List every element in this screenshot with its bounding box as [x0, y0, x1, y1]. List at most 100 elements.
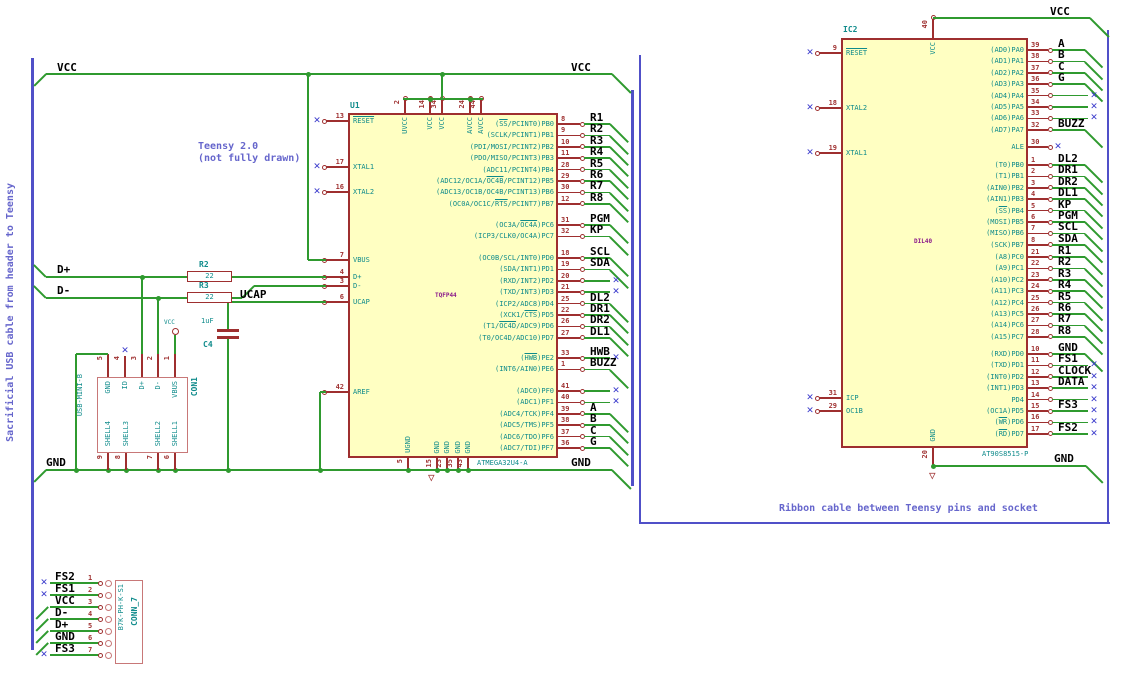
junction-dot — [405, 467, 411, 473]
pin-stub — [558, 368, 580, 371]
pin-stub — [1028, 410, 1048, 412]
pin-stub — [558, 224, 580, 226]
pin-number: 3 — [88, 598, 93, 606]
wire-bend — [1084, 279, 1104, 299]
pin-stub — [1028, 72, 1048, 74]
wire-segment — [584, 435, 610, 438]
ic2-reference: IC2 — [843, 25, 858, 34]
no-connect-icon: ✕ — [1090, 417, 1098, 428]
net-label: FS2 — [1058, 420, 1078, 434]
wire-segment — [46, 73, 612, 75]
no-connect-icon: ✕ — [1054, 142, 1062, 152]
no-connect-icon: ✕ — [1090, 383, 1098, 394]
junction-dot — [427, 96, 433, 102]
pin-name: (AD3)PA3 — [990, 80, 1024, 89]
pin-name: D- — [353, 282, 362, 290]
pin-end-circle — [814, 105, 820, 111]
pin-stub — [558, 235, 580, 238]
pin-number: 35 — [446, 459, 454, 468]
no-connect-icon: ✕ — [40, 650, 48, 660]
pin-name: GND — [464, 440, 472, 454]
pin-stub — [1028, 198, 1048, 200]
pin-end-circle — [814, 150, 820, 156]
pin-stub — [558, 413, 580, 415]
net-label: G — [590, 435, 597, 448]
no-connect-icon: ✕ — [806, 393, 814, 403]
pin-name: (PDO/MISO/PCINT3)PB3 — [469, 154, 554, 163]
pin-name: UGND — [404, 436, 412, 454]
pin-number: 1 — [88, 574, 93, 582]
no-connect-icon: ✕ — [806, 148, 814, 158]
pin-number: 2 — [146, 356, 154, 361]
wire-segment — [76, 353, 108, 355]
wire-segment — [584, 280, 610, 282]
pin-stub — [1028, 83, 1048, 85]
schematic-canvas: Teensy 2.0 (not fully drawn) Ribbon cabl… — [0, 0, 1131, 690]
wire-bend — [33, 264, 47, 278]
pin-stub — [174, 354, 176, 377]
pin-stub — [1028, 267, 1048, 270]
pin-end-circle — [97, 652, 103, 658]
pin-stub — [1028, 244, 1048, 246]
pin-name: VBUS — [353, 256, 370, 264]
no-connect-icon: ✕ — [1090, 428, 1098, 439]
net-label: SDA — [1058, 231, 1078, 245]
pin-name: RESET — [353, 117, 375, 125]
pin-stub — [326, 285, 348, 287]
pin-stub — [558, 302, 580, 305]
pin-name: (RD)PD7 — [994, 429, 1024, 438]
no-connect-icon: ✕ — [612, 386, 620, 396]
pin-name: (INT0)PD2 — [986, 372, 1024, 381]
wire-bend — [609, 447, 629, 467]
pin-stub — [326, 120, 348, 122]
pin-number: 5 — [396, 459, 404, 464]
u1-reference: U1 — [350, 101, 360, 110]
pin-stub — [558, 168, 580, 171]
note-ribbon-cable: Ribbon cable between Teensy pins and soc… — [779, 503, 1038, 514]
pin-name: (MISO)PB6 — [986, 229, 1024, 238]
connector-pin-circle — [104, 651, 112, 659]
pin-stub — [1028, 209, 1048, 212]
usb-value: USB-MINI-B — [76, 374, 84, 417]
no-connect-icon: ✕ — [1090, 394, 1098, 405]
net-label: GND — [571, 456, 591, 469]
wire-segment — [584, 390, 610, 392]
pin-name: XTAL1 — [846, 149, 868, 157]
pin-stub — [125, 453, 127, 470]
pin-name: (ADC5/TMS)PF5 — [499, 421, 554, 430]
pin-stub — [558, 157, 580, 159]
pin-name: (A11)PC3 — [990, 287, 1024, 296]
pin-number: 15 — [425, 459, 433, 468]
pin-name: (AIN1)PB3 — [986, 195, 1024, 204]
pin-stub — [558, 357, 580, 359]
pin-stub — [1028, 232, 1048, 235]
c4-value: 1uF — [201, 317, 214, 325]
no-connect-icon: ✕ — [1090, 113, 1098, 124]
pin-stub — [558, 291, 580, 293]
pin-stub — [819, 52, 841, 54]
pin-end-circle — [97, 616, 103, 622]
pin-stub — [932, 18, 934, 38]
wire-segment — [46, 297, 187, 299]
pin-name: (OC0A/OC1C/RTS/PCINT7)PB7 — [448, 199, 554, 208]
r3-value: 22 — [205, 293, 214, 301]
vcc-power-icon — [171, 327, 179, 335]
connector-pin-circle — [104, 591, 112, 599]
junction-dot — [467, 96, 473, 102]
pin-name: (OC0B/SCL/INT0)PD0 — [478, 254, 554, 262]
wire-bend — [33, 469, 47, 483]
pin-name: (AD0)PA0 — [990, 46, 1024, 54]
pin-stub — [1028, 221, 1048, 223]
wire-segment — [319, 392, 321, 470]
wire-segment — [46, 469, 612, 471]
no-connect-icon: ✕ — [1090, 371, 1098, 382]
no-connect-icon: ✕ — [806, 103, 814, 113]
pin-name: (SCK)PB7 — [990, 240, 1024, 249]
pin-name: (ADC13/OC1B/OC4B/PCINT13)PB6 — [435, 188, 554, 197]
pin-name: D+ — [138, 381, 146, 390]
pin-name: SHELL2 — [154, 421, 162, 447]
wire-segment — [174, 335, 176, 354]
pin-name: (HWB)PE2 — [520, 354, 554, 362]
junction-dot — [465, 467, 471, 473]
pin-stub — [1028, 398, 1048, 401]
